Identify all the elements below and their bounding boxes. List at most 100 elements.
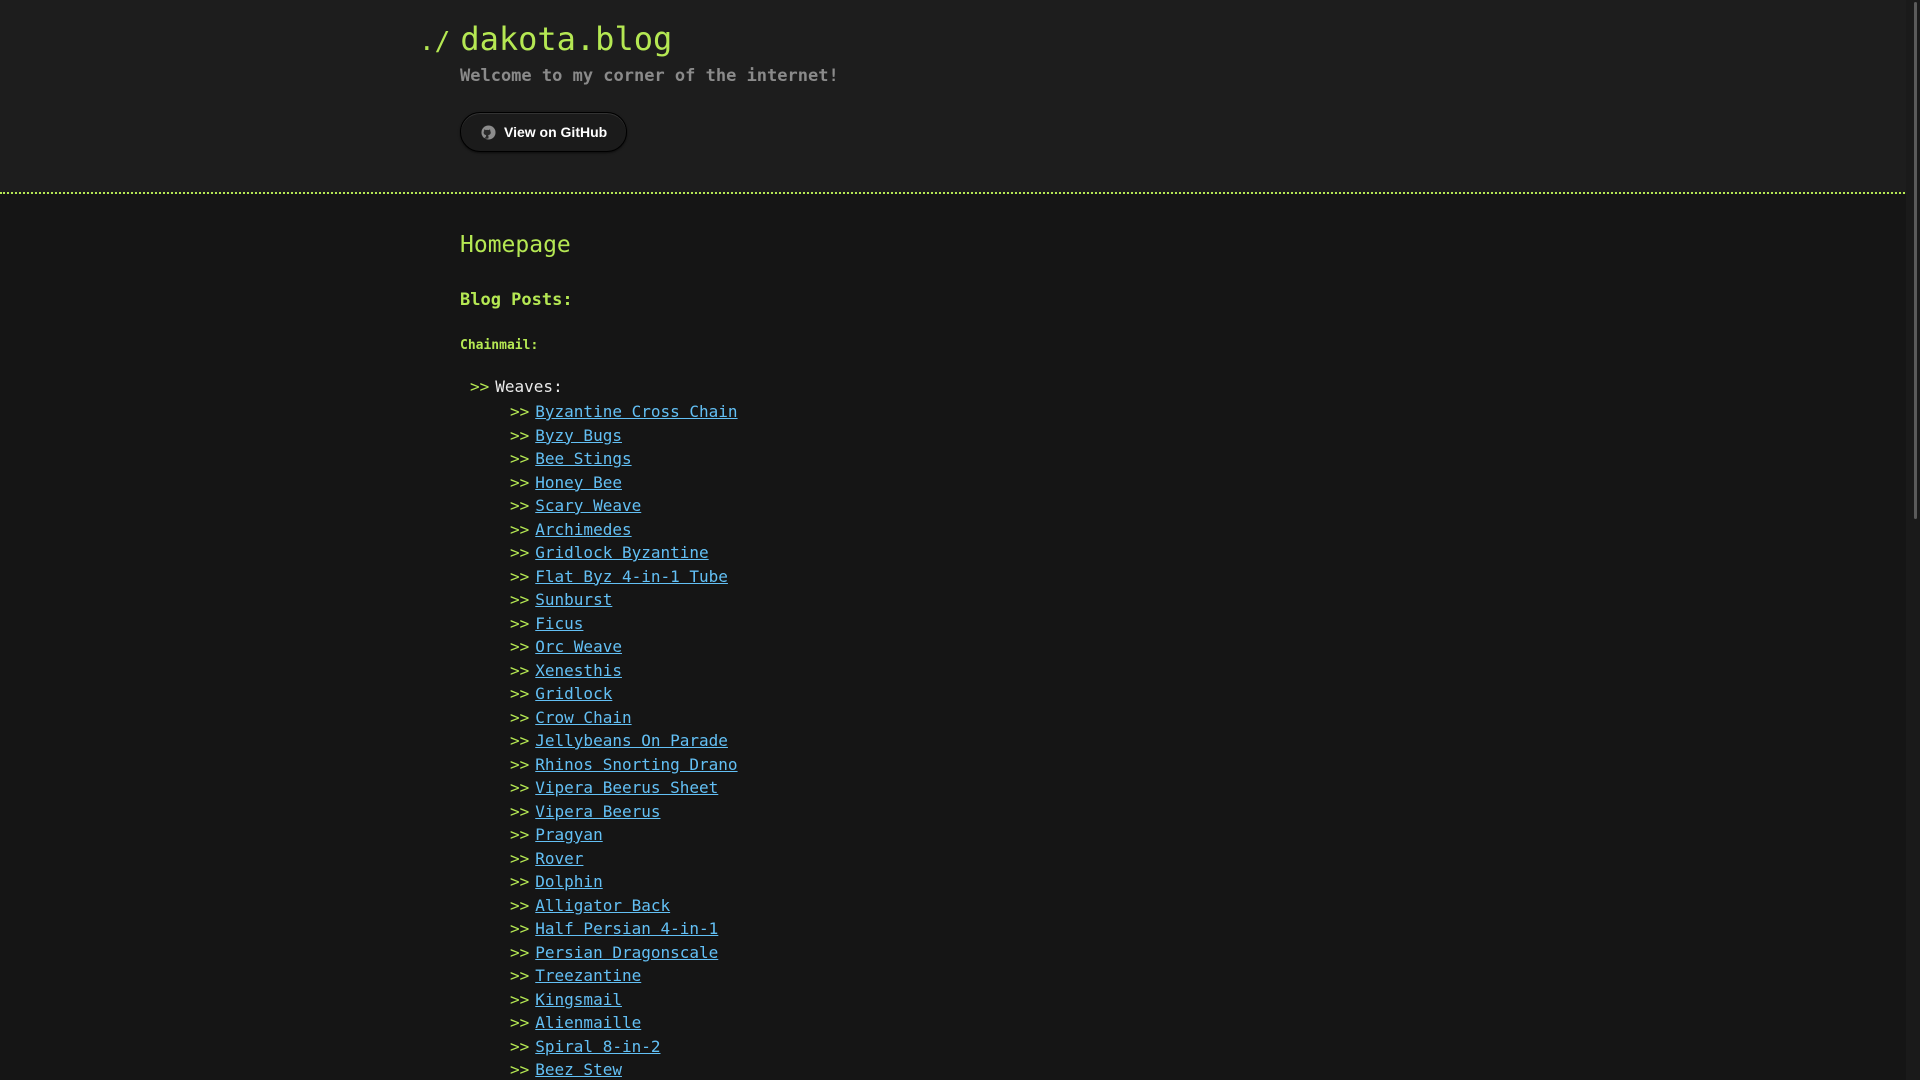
title-prompt: ./ (419, 27, 451, 57)
post-list-item: >> Byzy Bugs (510, 424, 738, 448)
arrow-marker: >> (510, 519, 530, 539)
post-link[interactable]: Scary Weave (535, 496, 641, 515)
arrow-marker: >> (510, 402, 530, 421)
arrow-marker: >> (510, 989, 530, 1009)
arrow-marker: >> (510, 754, 530, 774)
arrow-marker: >> (510, 778, 530, 797)
post-link[interactable]: Crow Chain (535, 708, 631, 727)
arrow-marker: >> (510, 684, 530, 703)
post-list-item: >> Beez Stew (510, 1058, 738, 1080)
post-list-item: >> Scary Weave (510, 494, 738, 518)
post-list-item: >> Dolphin (510, 870, 738, 894)
arrow-marker: >> (510, 966, 530, 985)
arrow-marker: >> (510, 637, 530, 656)
arrow-marker: >> (510, 801, 530, 821)
post-link[interactable]: Treezantine (535, 966, 641, 985)
post-list-item: >> Ficus (510, 612, 738, 636)
arrow-marker: >> (510, 1013, 530, 1032)
arrow-marker: >> (510, 1060, 530, 1079)
arrow-marker: >> (510, 449, 530, 468)
post-link[interactable]: Alienmaille (535, 1013, 641, 1032)
arrow-marker: >> (510, 613, 530, 633)
post-list-item: >> Spiral 8-in-2 (510, 1035, 738, 1059)
post-link[interactable]: Byzantine Cross Chain (535, 402, 737, 421)
post-link[interactable]: Gridlock Byzantine (535, 543, 708, 562)
post-link[interactable]: Spiral 8-in-2 (535, 1037, 660, 1056)
post-link[interactable]: Vipera Beerus (535, 802, 660, 821)
arrow-marker: >> (510, 472, 530, 492)
arrow-marker: >> (510, 848, 530, 868)
post-link[interactable]: Rover (535, 849, 583, 868)
post-link[interactable]: Dolphin (535, 872, 602, 891)
post-list-item: >> Honey Bee (510, 471, 738, 495)
arrow-marker: >> (510, 825, 530, 844)
post-list-item: >> Crow Chain (510, 706, 738, 730)
blog-posts-heading: Blog Posts: (460, 290, 573, 310)
post-link[interactable]: Rhinos Snorting Drano (535, 755, 737, 774)
post-list-item: >> Gridlock (510, 682, 738, 706)
post-list-item: >> Persian Dragonscale (510, 941, 738, 965)
arrow-marker: >> (510, 707, 530, 727)
github-icon (481, 124, 496, 140)
post-link[interactable]: Beez Stew (535, 1060, 622, 1079)
post-list-item: >> Jellybeans On Parade (510, 729, 738, 753)
post-link[interactable]: Bee Stings (535, 449, 631, 468)
post-list-item: >> Vipera Beerus Sheet (510, 776, 738, 800)
post-link[interactable]: Honey Bee (535, 473, 622, 492)
post-list-item: >> Kingsmail (510, 988, 738, 1012)
post-list-item: >> Flat Byz 4-in-1 Tube (510, 565, 738, 589)
post-link[interactable]: Persian Dragonscale (535, 943, 718, 962)
weaves-label: Weaves: (495, 377, 563, 396)
post-list-item: >> Pragyan (510, 823, 738, 847)
arrow-marker: >> (510, 660, 530, 680)
page-heading: Homepage (460, 232, 571, 258)
site-title-text[interactable]: dakota.blog (460, 20, 672, 58)
arrow-marker: >> (510, 543, 530, 562)
arrow-marker: >> (510, 1036, 530, 1056)
post-link[interactable]: Orc Weave (535, 637, 622, 656)
post-list-item: >> Orc Weave (510, 635, 738, 659)
post-link[interactable]: Kingsmail (535, 990, 622, 1009)
arrow-marker: >> (510, 496, 530, 515)
arrow-marker: >> (510, 425, 530, 445)
post-list: >> Byzantine Cross Chain >> Byzy Bugs >> Bee … (510, 400, 738, 1080)
post-link[interactable]: Half Persian 4-in-1 (535, 919, 718, 938)
post-link[interactable]: Gridlock (535, 684, 612, 703)
post-link[interactable]: Alligator Back (535, 896, 670, 915)
post-link[interactable]: Archimedes (535, 520, 631, 539)
post-list-item: >> Rover (510, 847, 738, 871)
page-scrollbar[interactable] (1906, 0, 1920, 1080)
weaves-subgroup: >> Weaves: (470, 377, 563, 396)
site-tagline: Welcome to my corner of the internet! (460, 66, 839, 86)
post-link[interactable]: Xenesthis (535, 661, 622, 680)
arrow-marker: >> (510, 566, 530, 586)
arrow-marker: >> (510, 590, 530, 609)
post-link[interactable]: Ficus (535, 614, 583, 633)
arrow-marker: >> (510, 942, 530, 962)
post-list-item: >> Gridlock Byzantine (510, 541, 738, 565)
post-list-item: >> Alligator Back (510, 894, 738, 918)
view-on-github-button[interactable]: View on GitHub (460, 112, 628, 152)
arrow-marker: >> (470, 377, 490, 396)
scrollbar-thumb[interactable] (1914, 2, 1917, 519)
post-link[interactable]: Vipera Beerus Sheet (535, 778, 718, 797)
post-list-item: >> Alienmaille (510, 1011, 738, 1035)
github-button-label: View on GitHub (504, 124, 608, 140)
post-link[interactable]: Flat Byz 4-in-1 Tube (535, 567, 728, 586)
post-link[interactable]: Sunburst (535, 590, 612, 609)
arrow-marker: >> (510, 919, 530, 938)
chainmail-category-heading: Chainmail: (460, 338, 539, 353)
site-title[interactable]: ./ dakota.blog (419, 20, 672, 58)
post-link[interactable]: Byzy Bugs (535, 426, 622, 445)
post-link[interactable]: Jellybeans On Parade (535, 731, 728, 750)
arrow-marker: >> (510, 872, 530, 891)
arrow-marker: >> (510, 895, 530, 915)
post-list-item: >> Bee Stings (510, 447, 738, 471)
post-list-item: >> Vipera Beerus (510, 800, 738, 824)
post-link[interactable]: Pragyan (535, 825, 602, 844)
post-list-item: >> Rhinos Snorting Drano (510, 753, 738, 777)
post-list-item: >> Archimedes (510, 518, 738, 542)
post-list-item: >> Sunburst (510, 588, 738, 612)
arrow-marker: >> (510, 731, 530, 750)
post-list-item: >> Half Persian 4-in-1 (510, 917, 738, 941)
